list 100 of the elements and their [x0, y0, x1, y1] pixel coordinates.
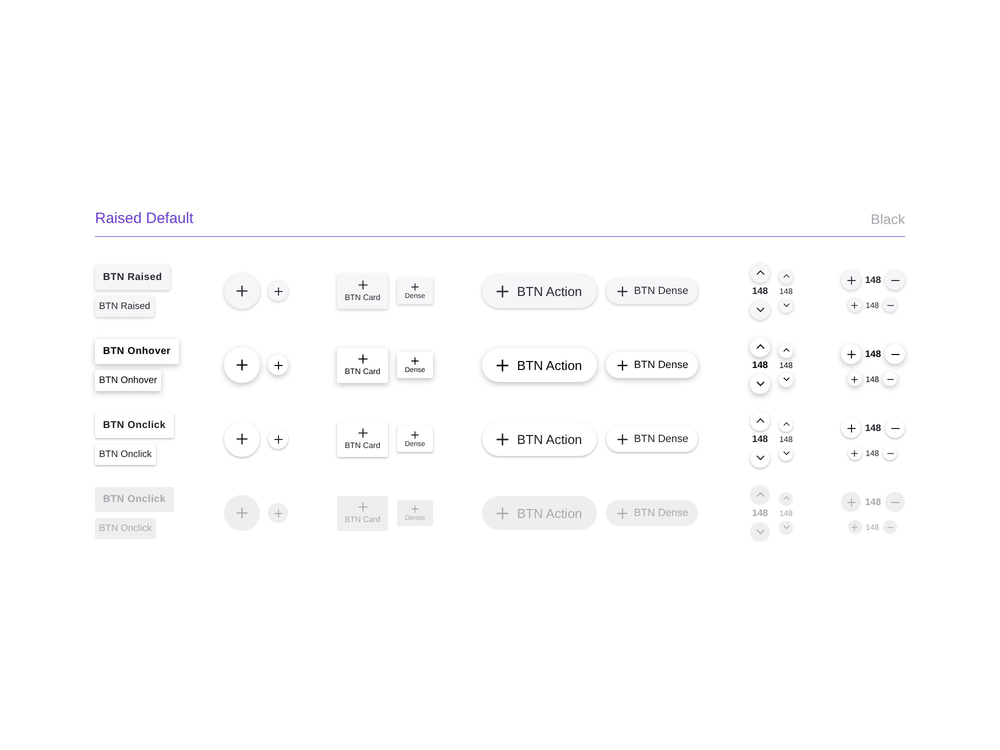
plus-icon — [411, 504, 419, 512]
add-button[interactable] — [268, 355, 288, 375]
stepper-value: 148 — [779, 286, 793, 296]
plus-icon — [496, 358, 509, 372]
increment-button[interactable] — [779, 270, 793, 284]
plus-icon — [496, 506, 509, 520]
chevron-down-icon — [756, 306, 764, 312]
action-button[interactable]: BTN Dense — [606, 426, 698, 452]
theme-label: Black — [870, 211, 905, 227]
plus-icon — [411, 282, 419, 290]
increment-button[interactable] — [848, 372, 862, 386]
stepper-value: 148 — [779, 508, 793, 518]
chevron-up-icon — [756, 418, 764, 424]
raised-button[interactable]: BTN Onclick — [95, 444, 156, 465]
increment-button[interactable] — [841, 270, 862, 290]
stepper-value: 148 — [779, 434, 793, 444]
increment-button[interactable] — [848, 446, 862, 460]
plus-icon — [617, 508, 628, 518]
chevron-down-icon — [782, 303, 790, 308]
action-button[interactable]: BTN Action — [482, 348, 598, 382]
plus-icon — [358, 354, 368, 364]
plus-icon — [617, 434, 628, 444]
decrement-button[interactable] — [750, 374, 770, 394]
plus-icon — [496, 284, 509, 298]
plus-icon — [846, 498, 856, 506]
plus-icon — [411, 356, 419, 364]
plus-icon — [236, 433, 248, 445]
plus-icon — [274, 360, 282, 370]
plus-icon — [274, 286, 282, 296]
chevron-up-icon — [782, 274, 790, 279]
stepper-value: 148 — [865, 348, 881, 360]
chevron-up-icon — [782, 348, 790, 353]
plus-icon — [851, 302, 858, 308]
stepper-value: 148 — [866, 374, 879, 384]
increment-button[interactable] — [750, 410, 770, 430]
increment-button[interactable] — [848, 298, 862, 312]
plus-icon — [236, 507, 248, 519]
chevron-up-icon — [756, 344, 764, 350]
decrement-button[interactable] — [750, 448, 770, 468]
section-title: Raised Default — [95, 210, 194, 227]
decrement-button[interactable] — [750, 300, 770, 320]
action-button[interactable]: BTN Action — [482, 274, 598, 308]
plus-icon — [411, 430, 419, 438]
plus-icon — [851, 524, 858, 530]
plus-icon — [358, 502, 368, 512]
stepper-value: 148 — [779, 360, 793, 370]
chevron-down-icon — [782, 451, 790, 456]
chevron-down-icon — [756, 454, 764, 460]
action-button[interactable]: BTN Action — [482, 422, 598, 456]
plus-icon — [274, 508, 282, 518]
decrement-button[interactable] — [883, 298, 897, 312]
plus-icon — [496, 432, 509, 446]
stepper-value: 148 — [865, 496, 881, 508]
plus-icon — [274, 434, 282, 444]
raised-button[interactable]: BTN Onhover — [95, 339, 179, 364]
stepper-value: 148 — [752, 286, 768, 296]
chevron-down-icon — [756, 528, 764, 534]
plus-icon — [617, 360, 628, 370]
stepper-value: 148 — [866, 448, 879, 458]
chevron-up-icon — [782, 422, 790, 427]
plus-icon — [846, 424, 856, 432]
increment-button[interactable] — [750, 262, 770, 282]
card-button[interactable]: BTN Card — [337, 274, 388, 308]
chevron-down-icon — [782, 377, 790, 382]
chevron-down-icon — [756, 380, 764, 386]
stepper-value: 148 — [866, 522, 879, 532]
chevron-up-icon — [782, 496, 790, 501]
stepper-value: 148 — [866, 300, 879, 310]
raised-button[interactable]: BTN Onclick — [95, 413, 174, 438]
chevron-up-icon — [756, 270, 764, 276]
increment-button[interactable] — [779, 344, 793, 358]
plus-icon — [236, 359, 248, 371]
stepper-value: 148 — [752, 508, 768, 518]
increment-button[interactable] — [750, 336, 770, 356]
add-button[interactable] — [268, 429, 288, 449]
plus-icon — [358, 428, 368, 438]
decrement-button[interactable] — [779, 372, 793, 386]
add-button[interactable] — [268, 281, 288, 301]
card-button[interactable]: BTN Card — [337, 348, 388, 382]
decrement-button[interactable] — [883, 372, 897, 386]
raised-button[interactable]: BTN Raised — [95, 265, 170, 290]
action-button[interactable]: BTN Dense — [606, 278, 698, 304]
stepper-value: 148 — [752, 360, 768, 370]
raised-button[interactable]: BTN Raised — [95, 296, 154, 317]
raised-button[interactable]: BTN Onhover — [95, 370, 162, 391]
plus-icon — [617, 286, 628, 296]
decrement-button[interactable] — [779, 446, 793, 460]
increment-button[interactable] — [841, 344, 862, 364]
card-button[interactable]: BTN Card — [337, 422, 388, 456]
action-button[interactable]: BTN Dense — [606, 352, 698, 378]
decrement-button[interactable] — [883, 446, 897, 460]
chevron-up-icon — [756, 492, 764, 498]
plus-icon — [846, 350, 856, 358]
increment-button[interactable] — [779, 418, 793, 432]
chevron-down-icon — [782, 525, 790, 530]
stepper-value: 148 — [865, 422, 881, 434]
stepper-value: 148 — [865, 274, 881, 286]
increment-button[interactable] — [841, 418, 862, 438]
plus-icon — [358, 280, 368, 290]
stepper-value: 148 — [752, 434, 768, 444]
